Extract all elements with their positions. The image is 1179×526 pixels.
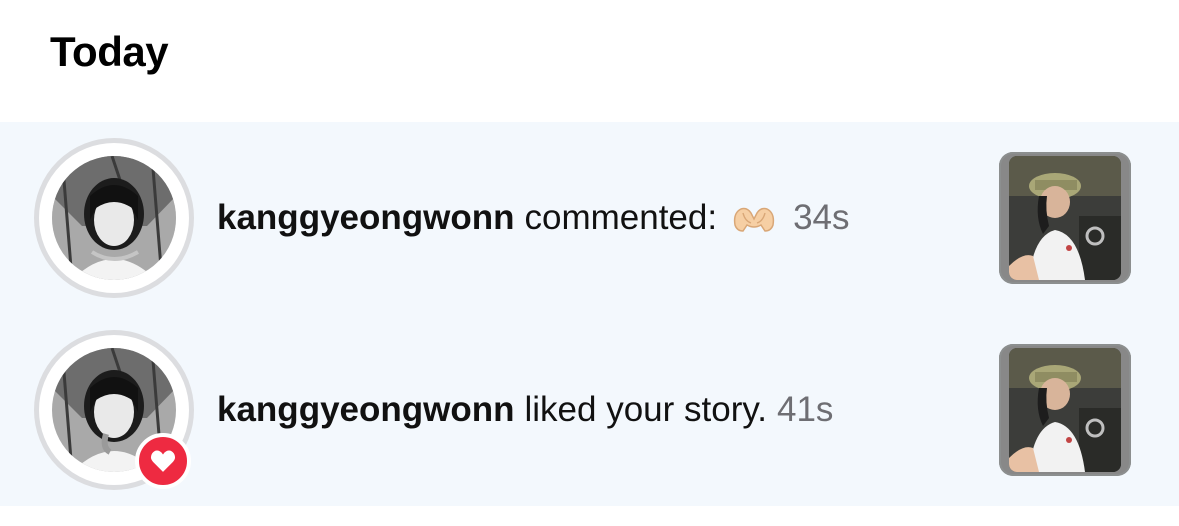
notification-username[interactable]: kanggyeongwonn — [217, 390, 515, 430]
notification-time: 41s — [777, 390, 834, 429]
notification-action: commented: — [524, 198, 718, 237]
notification-action: liked your story. — [524, 390, 768, 429]
notification-list: kanggyeongwonn commented: 34s kanggyeong… — [0, 122, 1179, 506]
notification-username[interactable]: kanggyeongwonn — [217, 198, 515, 238]
notification-row[interactable]: kanggyeongwonn commented: 34s — [0, 122, 1179, 314]
story-thumbnail[interactable] — [999, 152, 1131, 284]
avatar-image — [52, 156, 176, 280]
avatar[interactable] — [34, 330, 194, 490]
notification-text: kanggyeongwonn liked your story. 41s — [217, 314, 833, 506]
heart-icon — [150, 450, 176, 472]
heart-badge — [135, 433, 191, 489]
story-thumbnail[interactable] — [999, 344, 1131, 476]
section-title-today: Today — [50, 28, 169, 75]
notification-text: kanggyeongwonn commented: 34s — [217, 122, 850, 314]
avatar[interactable] — [34, 138, 194, 298]
notification-time: 34s — [793, 198, 850, 237]
heart-hands-emoji-icon — [731, 201, 777, 235]
notification-row[interactable]: kanggyeongwonn liked your story. 41s — [0, 314, 1179, 506]
